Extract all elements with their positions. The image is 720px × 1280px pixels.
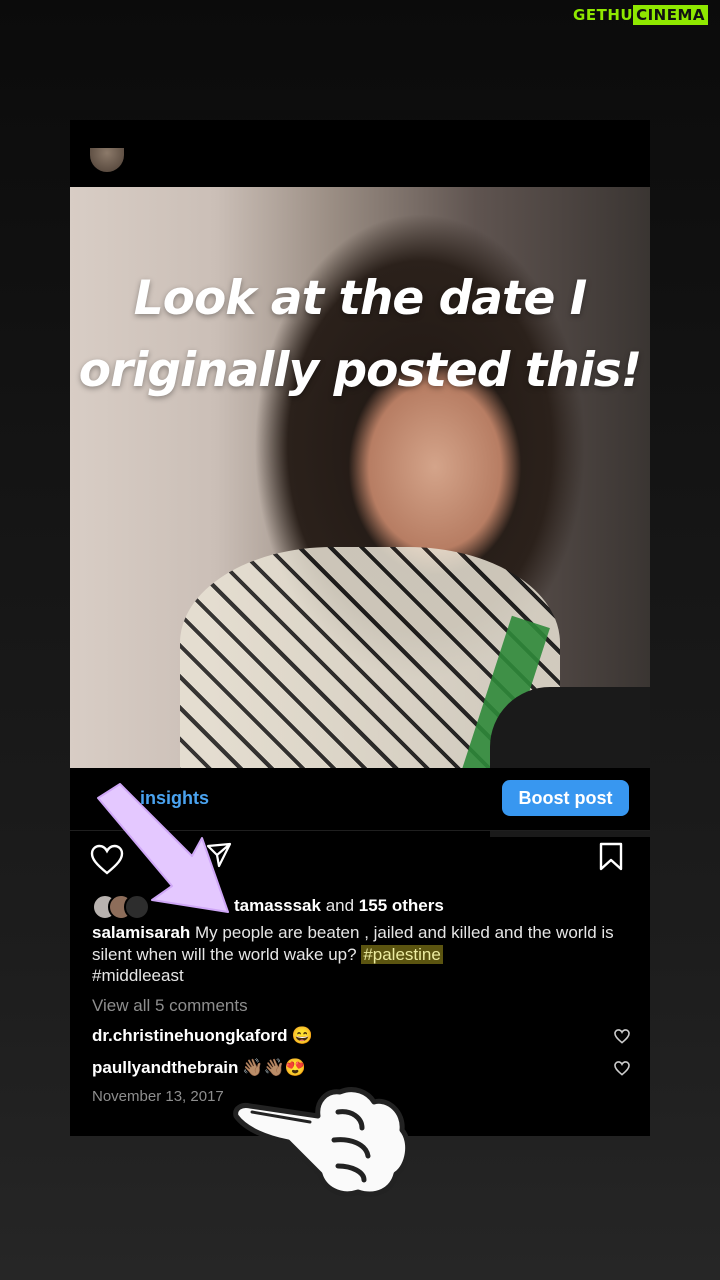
- likes-text: tamasssak and 155 others: [234, 896, 444, 915]
- post-caption: salamisarah My people are beaten , jaile…: [92, 922, 622, 987]
- comment-like-heart-icon[interactable]: [614, 1029, 630, 1044]
- instagram-post-card: Look at the date I originally posted thi…: [70, 120, 650, 1136]
- pointing-hand-icon: [233, 1087, 411, 1197]
- post-date: November 13, 2017: [92, 1088, 224, 1105]
- comment-like-heart-icon[interactable]: [614, 1061, 630, 1076]
- post-header: [70, 120, 650, 187]
- overlay-line-2: originally posted this!: [78, 343, 642, 398]
- watermark-logo: GETHU CINEMA: [573, 5, 708, 25]
- post-photo: Look at the date I originally posted thi…: [70, 187, 650, 837]
- comment-text: 😄: [291, 1026, 313, 1045]
- story-overlay-text: Look at the date I originally posted thi…: [70, 263, 650, 407]
- comment-username[interactable]: paullyandthebrain: [92, 1058, 238, 1077]
- profile-avatar[interactable]: [90, 148, 124, 172]
- view-all-comments-link[interactable]: View all 5 comments: [92, 996, 248, 1016]
- bookmark-icon[interactable]: [598, 842, 624, 872]
- hashtag-palestine[interactable]: #palestine: [361, 944, 443, 964]
- comment-row: paullyandthebrain 👋🏽👋🏽😍: [92, 1058, 306, 1078]
- comment-username[interactable]: dr.christinehuongkaford: [92, 1026, 288, 1045]
- boost-post-button[interactable]: Boost post: [502, 780, 629, 816]
- hashtag-middleeast[interactable]: #middleeast: [92, 966, 184, 985]
- comment-row: dr.christinehuongkaford 😄: [92, 1026, 313, 1046]
- comment-text: 👋🏽👋🏽😍: [242, 1058, 306, 1077]
- caption-username[interactable]: salamisarah: [92, 923, 190, 942]
- arrow-icon: [97, 783, 229, 913]
- overlay-line-1: Look at the date I: [133, 271, 587, 326]
